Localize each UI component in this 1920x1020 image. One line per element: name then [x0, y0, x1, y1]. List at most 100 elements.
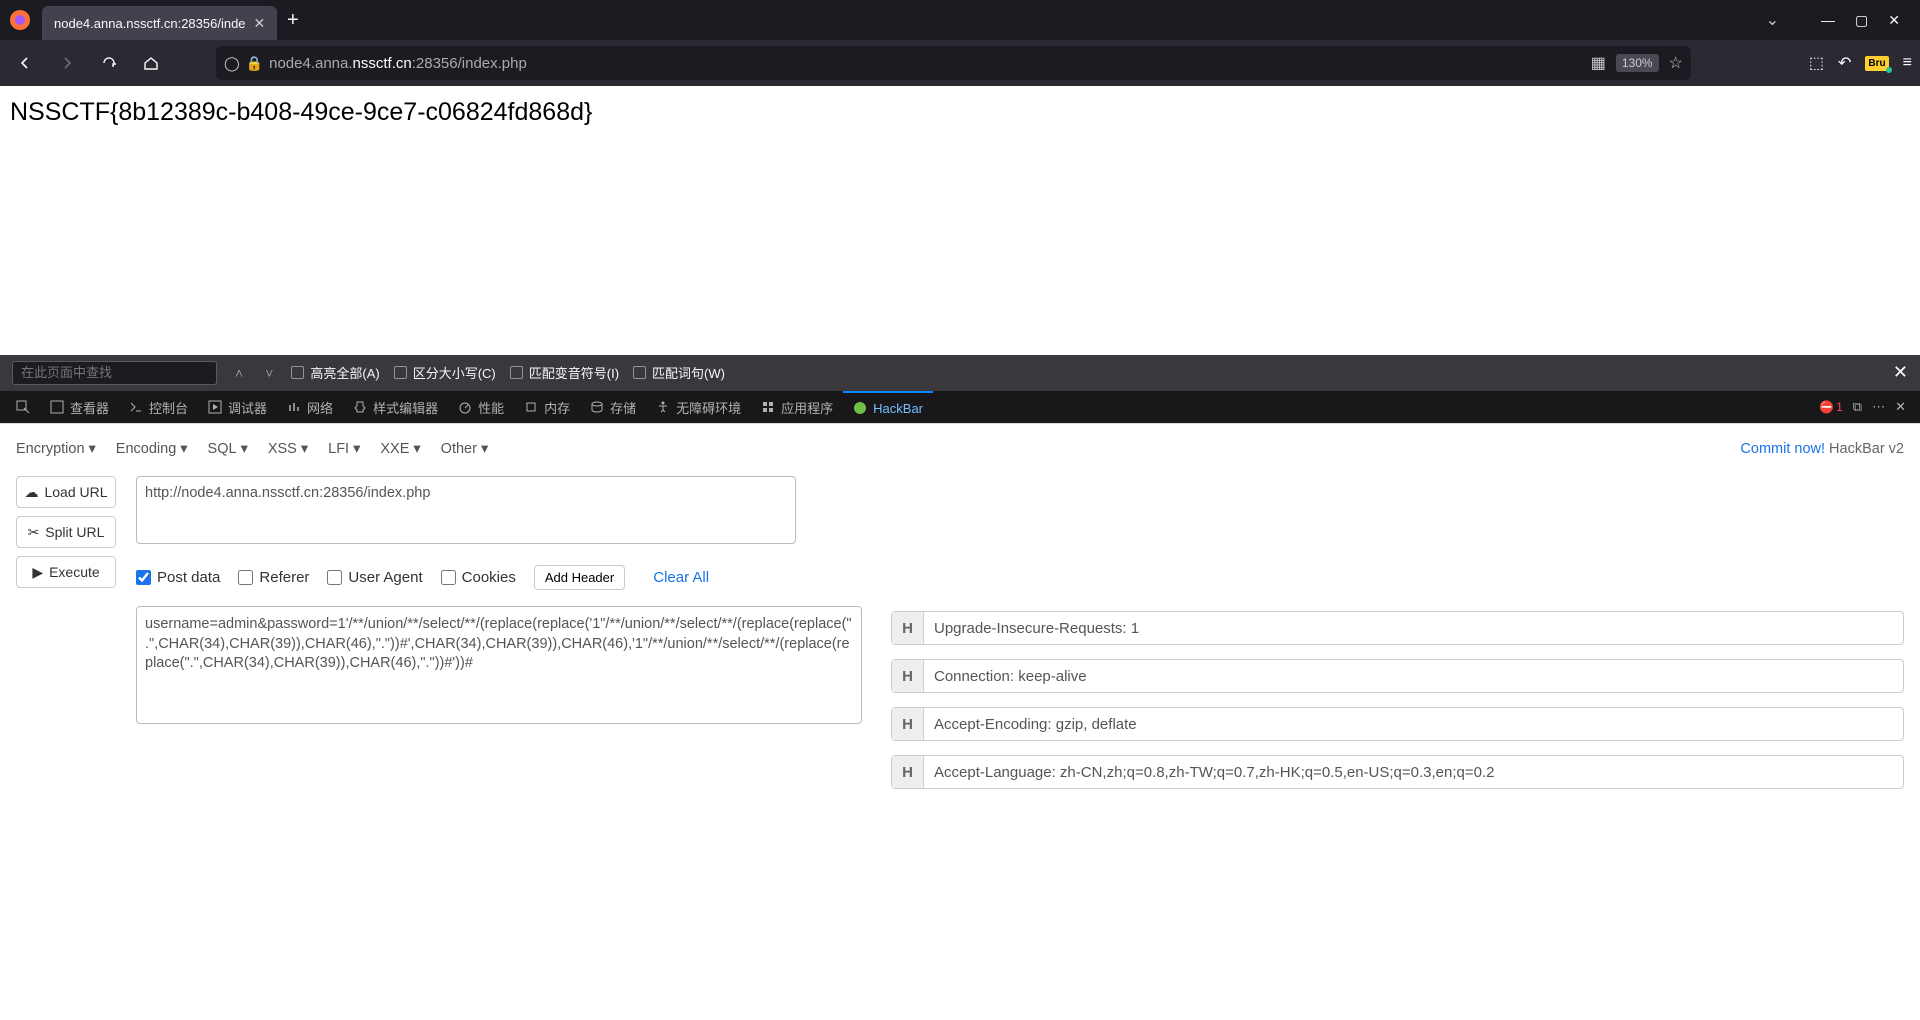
- insecure-lock-icon[interactable]: 🔒: [246, 55, 263, 72]
- find-input[interactable]: [12, 361, 217, 385]
- headers-list: HUpgrade-Insecure-Requests: 1 HConnectio…: [891, 611, 1904, 789]
- maximize-icon[interactable]: ▢: [1855, 12, 1868, 29]
- header-badge: H: [892, 612, 924, 644]
- tab-console[interactable]: 控制台: [119, 391, 198, 423]
- navbar: ◯ 🔒 node4.anna.nssctf.cn:28356/index.php…: [0, 40, 1920, 86]
- caret-down-icon: ▾: [241, 441, 248, 457]
- firefox-logo-icon: [8, 8, 32, 32]
- devtools-picker-icon[interactable]: [6, 391, 40, 423]
- menu-other[interactable]: Other ▾: [441, 441, 489, 457]
- play-icon: ▶: [32, 564, 43, 581]
- tab-memory[interactable]: 内存: [514, 391, 580, 423]
- whole-words-toggle[interactable]: 匹配词句(W): [633, 363, 725, 382]
- header-value: Accept-Encoding: gzip, deflate: [924, 708, 1903, 740]
- reload-button[interactable]: [92, 46, 126, 80]
- flag-text: NSSCTF{8b12389c-b408-49ce-9ce7-c06824fd8…: [10, 98, 592, 126]
- tab-title: node4.anna.nssctf.cn:28356/inde: [54, 16, 246, 31]
- bruno-extension-icon[interactable]: Bru: [1865, 56, 1888, 71]
- commit-link[interactable]: Commit now!: [1740, 441, 1825, 457]
- split-url-button[interactable]: ✂Split URL: [16, 516, 116, 548]
- tab-inspector[interactable]: 查看器: [40, 391, 119, 423]
- tab-performance[interactable]: 性能: [448, 391, 514, 423]
- new-tab-button[interactable]: +: [287, 9, 299, 32]
- hackbar-brand: HackBar v2: [1829, 441, 1904, 457]
- url-textarea[interactable]: [136, 476, 796, 544]
- window-controls: — ▢ ✕: [1809, 12, 1912, 29]
- undo-icon[interactable]: ↶: [1838, 53, 1851, 73]
- hackbar-panel: Encryption ▾ Encoding ▾ SQL ▾ XSS ▾ LFI …: [0, 423, 1920, 788]
- hackbar-left-buttons: ☁Load URL ✂Split URL ▶Execute: [16, 476, 116, 789]
- tab-storage[interactable]: 存储: [580, 391, 646, 423]
- caret-down-icon: ▾: [180, 441, 187, 457]
- scissors-icon: ✂: [28, 524, 40, 541]
- header-value: Accept-Language: zh-CN,zh;q=0.8,zh-TW;q=…: [924, 756, 1903, 788]
- devtools-dock-icon[interactable]: ⧉: [1853, 399, 1862, 415]
- find-bar: ˄ ˅ 高亮全部(A) 区分大小写(C) 匹配变音符号(I) 匹配词句(W) ✕: [0, 355, 1920, 390]
- tabs-dropdown-icon[interactable]: ⌄: [1766, 10, 1779, 30]
- add-header-button[interactable]: Add Header: [534, 565, 625, 590]
- referer-checkbox[interactable]: Referer: [238, 569, 309, 586]
- header-badge: H: [892, 756, 924, 788]
- menu-sql[interactable]: SQL ▾: [208, 441, 248, 457]
- devtools-tabs: 查看器 控制台 调试器 网络 样式编辑器 性能 内存 存储 无障碍环境 应用程序…: [0, 390, 1920, 423]
- url-bar[interactable]: ◯ 🔒 node4.anna.nssctf.cn:28356/index.php…: [216, 46, 1691, 80]
- caret-down-icon: ▾: [89, 441, 96, 457]
- execute-button[interactable]: ▶Execute: [16, 556, 116, 588]
- header-value: Upgrade-Insecure-Requests: 1: [924, 612, 1903, 644]
- tab-debugger[interactable]: 调试器: [198, 391, 277, 423]
- load-url-button[interactable]: ☁Load URL: [16, 476, 116, 508]
- tab-accessibility[interactable]: 无障碍环境: [646, 391, 751, 423]
- error-indicator[interactable]: ⛔ 1: [1819, 400, 1843, 414]
- header-row[interactable]: HAccept-Encoding: gzip, deflate: [891, 707, 1904, 741]
- devtools-more-icon[interactable]: ⋯: [1872, 399, 1885, 415]
- menu-encoding[interactable]: Encoding ▾: [116, 441, 188, 457]
- cookies-checkbox[interactable]: Cookies: [441, 569, 516, 586]
- page-content: NSSCTF{8b12389c-b408-49ce-9ce7-c06824fd8…: [0, 86, 1920, 355]
- find-close-icon[interactable]: ✕: [1893, 362, 1908, 383]
- browser-tab[interactable]: node4.anna.nssctf.cn:28356/inde ✕: [42, 6, 277, 40]
- header-badge: H: [892, 660, 924, 692]
- tab-close-icon[interactable]: ✕: [254, 15, 266, 32]
- home-button[interactable]: [134, 46, 168, 80]
- shield-icon[interactable]: ◯: [224, 55, 240, 72]
- find-prev-icon[interactable]: ˄: [231, 365, 247, 381]
- url-text: node4.anna.nssctf.cn:28356/index.php: [269, 55, 1591, 72]
- find-next-icon[interactable]: ˅: [261, 365, 277, 381]
- caret-down-icon: ▾: [301, 441, 308, 457]
- post-data-checkbox[interactable]: Post data: [136, 569, 220, 586]
- header-value: Connection: keep-alive: [924, 660, 1903, 692]
- qr-icon[interactable]: ▦: [1591, 53, 1606, 73]
- header-row[interactable]: HConnection: keep-alive: [891, 659, 1904, 693]
- cloud-download-icon: ☁: [24, 484, 38, 501]
- clear-all-link[interactable]: Clear All: [653, 569, 709, 586]
- caret-down-icon: ▾: [481, 441, 488, 457]
- tab-style-editor[interactable]: 样式编辑器: [343, 391, 448, 423]
- back-button[interactable]: [8, 46, 42, 80]
- bookmark-star-icon[interactable]: ☆: [1669, 53, 1683, 73]
- diacritics-toggle[interactable]: 匹配变音符号(I): [510, 363, 619, 382]
- titlebar: node4.anna.nssctf.cn:28356/inde ✕ + ⌄ — …: [0, 0, 1920, 40]
- match-case-toggle[interactable]: 区分大小写(C): [394, 363, 496, 382]
- minimize-icon[interactable]: —: [1821, 12, 1835, 29]
- highlight-all-toggle[interactable]: 高亮全部(A): [291, 363, 379, 382]
- tab-application[interactable]: 应用程序: [751, 391, 843, 423]
- tab-network[interactable]: 网络: [277, 391, 343, 423]
- user-agent-checkbox[interactable]: User Agent: [327, 569, 422, 586]
- close-window-icon[interactable]: ✕: [1888, 12, 1900, 29]
- header-badge: H: [892, 708, 924, 740]
- menu-encryption[interactable]: Encryption ▾: [16, 441, 96, 457]
- caret-down-icon: ▾: [353, 441, 360, 457]
- ext-puzzle-icon[interactable]: ⬚: [1809, 53, 1824, 73]
- hamburger-menu-icon[interactable]: ≡: [1903, 54, 1912, 72]
- devtools-close-icon[interactable]: ✕: [1895, 399, 1906, 415]
- hackbar-menus: Encryption ▾ Encoding ▾ SQL ▾ XSS ▾ LFI …: [16, 441, 488, 457]
- zoom-badge[interactable]: 130%: [1616, 54, 1659, 72]
- menu-xss[interactable]: XSS ▾: [268, 441, 308, 457]
- tab-hackbar[interactable]: HackBar: [843, 391, 933, 423]
- header-row[interactable]: HAccept-Language: zh-CN,zh;q=0.8,zh-TW;q…: [891, 755, 1904, 789]
- menu-lfi[interactable]: LFI ▾: [328, 441, 360, 457]
- header-row[interactable]: HUpgrade-Insecure-Requests: 1: [891, 611, 1904, 645]
- menu-xxe[interactable]: XXE ▾: [380, 441, 420, 457]
- post-body-textarea[interactable]: [136, 606, 862, 724]
- forward-button[interactable]: [50, 46, 84, 80]
